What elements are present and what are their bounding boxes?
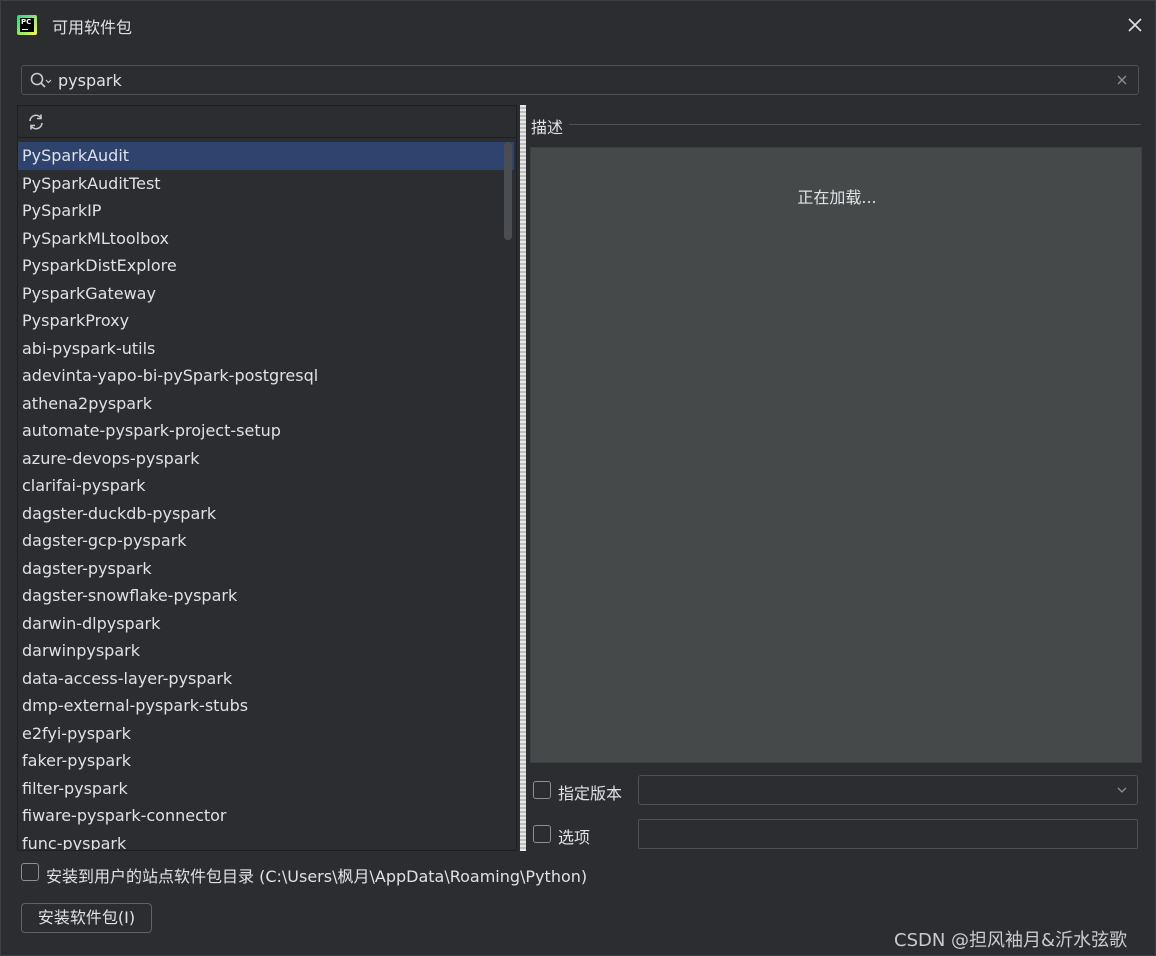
refresh-icon[interactable] — [26, 112, 46, 132]
package-list-item[interactable]: darwinpyspark — [18, 637, 514, 665]
package-list-item[interactable]: abi-pyspark-utils — [18, 335, 514, 363]
package-list-item[interactable]: PySparkMLtoolbox — [18, 225, 514, 253]
install-user-site-label: 安装到用户的站点软件包目录 (C:\Users\枫月\AppData\Roami… — [46, 867, 588, 886]
package-list-item[interactable]: dagster-duckdb-pyspark — [18, 500, 514, 528]
description-panel: 正在加载... — [530, 147, 1142, 763]
package-list-item[interactable]: dagster-pyspark — [18, 555, 514, 583]
package-list-item[interactable]: PysparkGateway — [18, 280, 514, 308]
package-list-item[interactable]: func-pyspark — [18, 830, 514, 851]
chevron-down-icon — [1117, 787, 1127, 793]
package-list-item[interactable]: filter-pyspark — [18, 775, 514, 803]
package-list-panel: PySparkAudit PySparkAuditTest PySparkIP PyS… — [17, 105, 517, 851]
package-list-item[interactable]: PysparkProxy — [18, 307, 514, 335]
package-list-item[interactable]: dmp-external-pyspark-stubs — [18, 692, 514, 720]
package-list-item[interactable]: azure-devops-pyspark — [18, 445, 514, 473]
package-list-item[interactable]: adevinta-yapo-bi-pySpark-postgresql — [18, 362, 514, 390]
install-user-site-checkbox[interactable] — [21, 863, 39, 881]
package-list-item[interactable]: darwin-dlpyspark — [18, 610, 514, 638]
options-label: 选项 — [558, 828, 591, 847]
package-list-item[interactable]: PysparkDistExplore — [18, 252, 514, 280]
title-bar: PC 可用软件包 — [1, 1, 1156, 49]
close-button[interactable] — [1123, 13, 1147, 37]
close-icon — [1128, 18, 1142, 32]
package-list-item[interactable]: fiware-pyspark-connector — [18, 802, 514, 830]
panel-splitter[interactable] — [517, 105, 529, 851]
dialog-title: 可用软件包 — [52, 18, 133, 37]
version-select[interactable] — [638, 775, 1138, 805]
install-package-button[interactable]: 安装软件包(I) — [21, 903, 152, 933]
package-list-item[interactable]: PySparkIP — [18, 197, 514, 225]
package-list-toolbar — [18, 106, 516, 138]
package-list-item[interactable]: data-access-layer-pyspark — [18, 665, 514, 693]
search-field[interactable] — [21, 65, 1139, 95]
package-list-item[interactable]: dagster-snowflake-pyspark — [18, 582, 514, 610]
description-title: 描述 — [531, 118, 564, 137]
pycharm-logo-icon: PC — [17, 15, 37, 35]
specify-version-label: 指定版本 — [558, 784, 623, 803]
options-input[interactable] — [638, 819, 1138, 849]
package-list[interactable]: PySparkAudit PySparkAuditTest PySparkIP PyS… — [18, 142, 516, 850]
package-list-item[interactable]: e2fyi-pyspark — [18, 720, 514, 748]
watermark-text: CSDN @担风袖月&沂水弦歌 — [894, 930, 1128, 951]
package-list-item[interactable]: clarifai-pyspark — [18, 472, 514, 500]
clear-search-icon[interactable] — [1112, 70, 1132, 90]
dialog-window: PC 可用软件包 Py — [0, 0, 1156, 956]
package-list-item[interactable]: dagster-gcp-pyspark — [18, 527, 514, 555]
options-checkbox[interactable] — [533, 825, 551, 843]
package-list-item[interactable]: athena2pyspark — [18, 390, 514, 418]
package-list-item[interactable]: faker-pyspark — [18, 747, 514, 775]
specify-version-checkbox[interactable] — [533, 781, 551, 799]
search-input[interactable] — [58, 69, 1098, 91]
package-list-item[interactable]: automate-pyspark-project-setup — [18, 417, 514, 445]
package-list-item[interactable]: PySparkAudit — [18, 142, 514, 170]
loading-text: 正在加载... — [797, 188, 877, 207]
package-list-scrollbar[interactable] — [504, 142, 512, 240]
search-icon[interactable] — [30, 72, 52, 90]
package-list-item[interactable]: PySparkAuditTest — [18, 170, 514, 198]
description-divider — [569, 124, 1141, 125]
